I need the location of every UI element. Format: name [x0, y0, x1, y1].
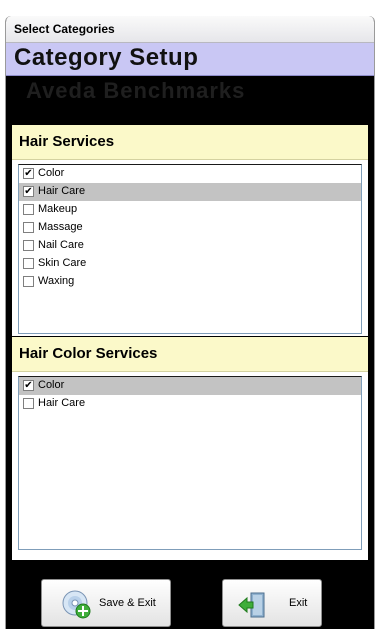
header-band: Category Setup: [6, 43, 374, 76]
window-title: Select Categories: [14, 22, 115, 36]
item-label: Color: [38, 379, 65, 391]
hair-services-panel: Hair Services ✔ Color ✔ Hair Care Makeup Mass…: [12, 125, 368, 337]
item-label: Hair Care: [38, 185, 86, 197]
save-exit-button[interactable]: Save & Exit: [41, 579, 171, 627]
item-checkbox[interactable]: ✔: [23, 380, 34, 391]
page-title: Category Setup: [14, 44, 199, 71]
item-label: Color: [38, 167, 65, 179]
save-exit-label: Save & Exit: [99, 597, 156, 609]
hair-color-services-panel: Hair Color Services ✔ Color Hair Care: [12, 336, 368, 560]
item-label: Makeup: [38, 203, 78, 215]
item-label: Skin Care: [38, 257, 87, 269]
disc-add-icon: [62, 590, 92, 623]
list-item[interactable]: ✔ Color: [19, 377, 361, 395]
exit-label: Exit: [289, 597, 308, 609]
item-label: Waxing: [38, 275, 75, 287]
list-item[interactable]: Nail Care: [19, 237, 361, 255]
panel-header: Hair Color Services: [12, 336, 368, 372]
item-label: Massage: [38, 221, 83, 233]
list-item[interactable]: ✔ Color: [19, 165, 361, 183]
list-item[interactable]: Massage: [19, 219, 361, 237]
item-checkbox[interactable]: [23, 204, 34, 215]
select-categories-window: Select Categories Category Setup Aveda B…: [5, 16, 375, 629]
item-checkbox[interactable]: [23, 398, 34, 409]
item-label: Nail Care: [38, 239, 84, 251]
item-checkbox[interactable]: [23, 258, 34, 269]
item-label: Hair Care: [38, 397, 86, 409]
exit-door-icon: [237, 590, 267, 623]
title-bar: Select Categories: [6, 16, 374, 43]
button-bar: Save & Exit Exit: [6, 569, 374, 629]
item-checkbox[interactable]: ✔: [23, 168, 34, 179]
page-subtitle: Aveda Benchmarks: [26, 78, 246, 103]
panel-title: Hair Services: [19, 133, 115, 150]
item-checkbox[interactable]: ✔: [23, 186, 34, 197]
list-item[interactable]: Makeup: [19, 201, 361, 219]
exit-button[interactable]: Exit: [222, 579, 322, 627]
item-checkbox[interactable]: [23, 276, 34, 287]
list-item[interactable]: Skin Care: [19, 255, 361, 273]
list-item[interactable]: ✔ Hair Care: [19, 183, 361, 201]
panel-title: Hair Color Services: [19, 345, 158, 362]
category-list[interactable]: ✔ Color ✔ Hair Care Makeup Massage Nail Care Sk…: [18, 164, 362, 334]
list-item[interactable]: Hair Care: [19, 395, 361, 413]
item-checkbox[interactable]: [23, 240, 34, 251]
item-checkbox[interactable]: [23, 222, 34, 233]
panel-header: Hair Services: [12, 125, 368, 160]
list-item[interactable]: Waxing: [19, 273, 361, 291]
category-list[interactable]: ✔ Color Hair Care: [18, 376, 362, 550]
